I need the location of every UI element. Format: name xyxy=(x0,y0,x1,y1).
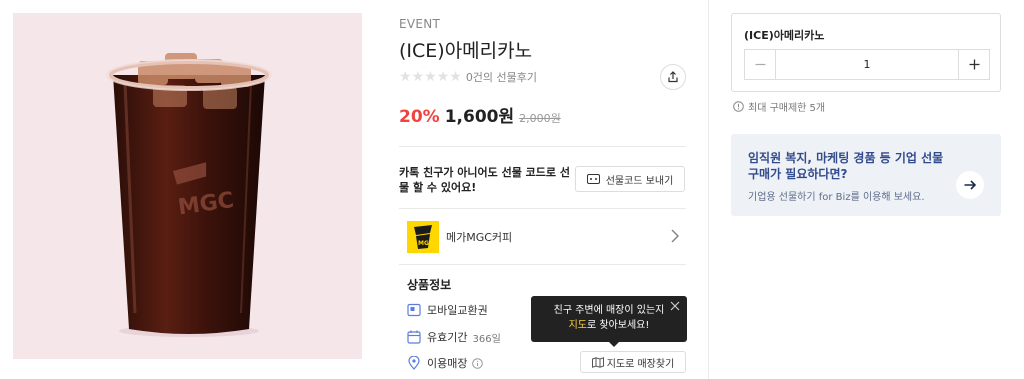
tooltip-highlight: 지도 xyxy=(568,320,587,331)
close-icon[interactable] xyxy=(670,301,680,311)
tooltip-line-1: 친구 주변에 매장이 있는지 xyxy=(553,305,665,316)
discount-rate: 20% xyxy=(399,107,440,127)
sale-price: 1,600원 xyxy=(444,107,515,127)
info-label: 이용매장 xyxy=(427,357,468,370)
calendar-icon xyxy=(407,330,421,344)
star-icon: ★ xyxy=(424,69,437,85)
divider xyxy=(399,208,686,209)
biz-banner-title: 임직원 복지, 마케팅 경품 등 기업 선물 구매가 필요하다면? xyxy=(748,151,944,181)
biz-gift-banner[interactable]: 임직원 복지, 마케팅 경품 등 기업 선물 구매가 필요하다면? 기업용 선물… xyxy=(731,134,1001,216)
biz-banner-arrow-button[interactable] xyxy=(956,171,984,199)
map-tooltip: 친구 주변에 매장이 있는지 지도로 찾아보세요! xyxy=(531,296,687,347)
plus-icon xyxy=(969,59,979,70)
increase-quantity-button[interactable] xyxy=(958,50,989,79)
column-divider xyxy=(708,0,709,379)
chevron-right-icon xyxy=(671,229,680,243)
info-circle-icon[interactable] xyxy=(472,357,484,369)
star-icon: ★ xyxy=(399,69,412,85)
original-price: 2,000원 xyxy=(519,112,561,125)
divider xyxy=(399,146,686,147)
product-info-title: 상품정보 xyxy=(407,278,452,292)
info-row-ticket-type: 모바일교환권 xyxy=(407,302,488,318)
brand-logo-text: MGC xyxy=(418,240,434,247)
biz-banner-subtitle: 기업용 선물하기 for Biz를 이용해 보세요. xyxy=(748,192,925,203)
share-icon xyxy=(668,71,678,83)
product-title: (ICE)아메리카노 xyxy=(399,40,533,62)
event-label: EVENT xyxy=(399,17,441,31)
find-store-map-button[interactable]: 지도로 매장찾기 xyxy=(580,351,686,373)
info-row-store: 이용매장 xyxy=(407,355,489,371)
decrease-quantity-button[interactable] xyxy=(745,50,776,79)
info-label: 유효기간 xyxy=(427,331,468,344)
gift-code-icon xyxy=(586,174,600,184)
star-icon: ★ xyxy=(411,69,425,85)
mobile-voucher-icon xyxy=(407,303,421,317)
tooltip-line-2: 지도로 찾아보세요! xyxy=(531,318,687,333)
product-image: MGC xyxy=(13,13,362,359)
brand-name: 메가MGC커피 xyxy=(446,231,513,244)
info-label: 모바일교환권 xyxy=(427,304,488,317)
minus-icon xyxy=(755,63,765,66)
share-button[interactable] xyxy=(660,64,686,90)
iced-americano-cup-image: MGC xyxy=(106,53,272,337)
tooltip-arrow xyxy=(609,342,619,347)
product-detail-page: MGC EVENT (ICE)아메리카노 ★ ★ ★ ★ ★ 0건의 선물후기 … xyxy=(0,0,1024,379)
price-row: 20% 1,600원 2,000원 xyxy=(399,102,561,127)
info-circle-icon xyxy=(733,101,744,112)
location-pin-icon xyxy=(408,356,420,370)
tooltip-line-2-rest: 로 찾아보세요! xyxy=(587,320,650,331)
map-icon xyxy=(591,356,604,368)
star-icon: ★ xyxy=(449,69,462,85)
option-title: (ICE)아메리카노 xyxy=(744,29,825,42)
gift-code-button-label: 선물코드 보내기 xyxy=(605,175,674,187)
gift-code-description: 카톡 친구가 아니어도 선물 코드로 선물 할 수 있어요! xyxy=(399,166,570,194)
quantity-value[interactable]: 1 xyxy=(776,50,958,79)
divider xyxy=(399,264,686,265)
mgc-logo-icon: MGC xyxy=(414,225,434,249)
brand-logo: MGC xyxy=(407,221,439,253)
arrow-right-icon xyxy=(964,180,976,190)
gift-code-button[interactable]: 선물코드 보내기 xyxy=(575,166,685,192)
rating-row[interactable]: ★ ★ ★ ★ ★ 0건의 선물후기 xyxy=(399,68,537,86)
purchase-limit-note: 최대 구매제한 5개 xyxy=(733,99,825,114)
brand-row[interactable]: MGC 메가MGC커피 xyxy=(399,219,686,255)
quantity-stepper: 1 xyxy=(744,49,990,80)
purchase-limit-text: 최대 구매제한 5개 xyxy=(748,103,826,114)
info-row-validity: 유효기간 366일 xyxy=(407,329,501,345)
validity-value: 366일 xyxy=(472,333,501,345)
find-store-map-label: 지도로 매장찾기 xyxy=(606,358,675,370)
option-selector: (ICE)아메리카노 1 xyxy=(731,13,1001,92)
star-icon: ★ xyxy=(436,69,450,85)
review-count[interactable]: 0건의 선물후기 xyxy=(466,69,537,85)
star-rating: ★ ★ ★ ★ ★ xyxy=(399,69,462,85)
